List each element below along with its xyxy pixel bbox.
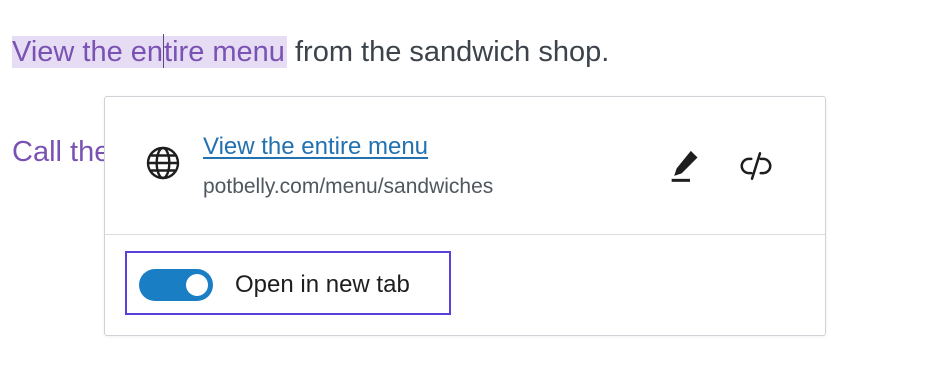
link-preview: View the entire menu potbelly.com/menu/s…	[105, 97, 825, 235]
link-popover: View the entire menu potbelly.com/menu/s…	[104, 96, 826, 336]
link-text-part-2: tire menu	[164, 36, 285, 68]
link-settings: Open in new tab	[105, 235, 825, 335]
unlink-icon[interactable]	[735, 147, 777, 185]
link-title[interactable]: View the entire menu	[203, 131, 428, 163]
pencil-icon[interactable]	[665, 145, 705, 185]
link-text-part-1: View the en	[12, 36, 164, 68]
editor-paragraph[interactable]: View the entire menu from the sandwich s…	[12, 30, 609, 74]
toggle-knob	[186, 274, 208, 296]
globe-icon	[146, 146, 180, 180]
paragraph-text: from the sandwich shop.	[286, 36, 610, 68]
paragraph-2-text: Call the	[12, 136, 111, 168]
link-url: potbelly.com/menu/sandwiches	[203, 175, 494, 198]
open-in-new-tab-label[interactable]: Open in new tab	[235, 269, 410, 301]
open-in-new-tab-toggle[interactable]	[139, 269, 213, 301]
editor-paragraph-2[interactable]: Call the	[12, 130, 110, 174]
open-in-new-tab-setting[interactable]: Open in new tab	[125, 251, 451, 315]
selected-link-text[interactable]: View the entire menu	[12, 34, 287, 68]
